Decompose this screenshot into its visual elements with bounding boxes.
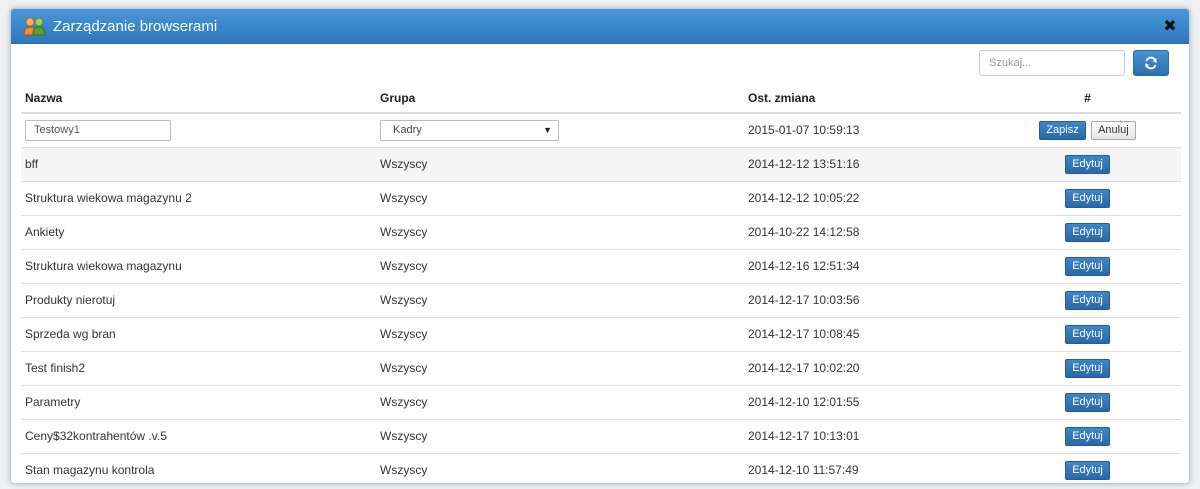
row-modified: 2014-12-12 10:05:22 <box>744 180 994 215</box>
name-edit-input[interactable] <box>25 119 171 141</box>
row-name: Ankiety <box>21 214 376 249</box>
edit-button[interactable]: Edytuj <box>1065 256 1110 276</box>
row-name: Stan magazynu kontrola <box>21 452 376 483</box>
row-modified: 2014-12-10 11:57:49 <box>744 452 994 483</box>
table-row: Stan magazynu kontrola Wszyscy 2014-12-1… <box>21 452 1181 483</box>
edit-button[interactable]: Edytuj <box>1065 460 1110 480</box>
row-group: Wszyscy <box>376 316 744 351</box>
row-name: Sprzeda wg bran <box>21 316 376 351</box>
row-name: Struktura wiekowa magazynu <box>21 248 376 283</box>
row-modified: 2014-12-16 12:51:34 <box>744 248 994 283</box>
dialog-title: Zarządzanie browserami <box>53 17 218 35</box>
row-modified: 2014-12-17 10:03:56 <box>744 282 994 317</box>
edit-button[interactable]: Edytuj <box>1065 358 1110 378</box>
row-group: Wszyscy <box>376 248 744 283</box>
table-row: bff Wszyscy 2014-12-12 13:51:16 Edytuj <box>21 146 1181 181</box>
table-row: Produkty nierotuj Wszyscy 2014-12-17 10:… <box>21 282 1181 317</box>
table-row: Parametry Wszyscy 2014-12-10 12:01:55 Ed… <box>21 384 1181 419</box>
edit-button[interactable]: Edytuj <box>1065 324 1110 344</box>
refresh-icon <box>1145 56 1157 70</box>
dialog-titlebar: Zarządzanie browserami ✖ <box>11 9 1189 44</box>
save-button[interactable]: Zapisz <box>1039 120 1086 140</box>
row-name: Test finish2 <box>21 350 376 385</box>
toolbar <box>979 50 1169 76</box>
table-row: Struktura wiekowa magazynu 2 Wszyscy 201… <box>21 180 1181 215</box>
row-group: Wszyscy <box>376 146 744 181</box>
edit-button[interactable]: Edytuj <box>1065 426 1110 446</box>
edit-button[interactable]: Edytuj <box>1065 290 1110 310</box>
browsers-table: Nazwa Grupa Ost. zmiana # Kadry ▼ 2015-0… <box>21 83 1181 483</box>
row-modified: 2014-12-17 10:13:01 <box>744 418 994 453</box>
row-group: Wszyscy <box>376 452 744 483</box>
cancel-button[interactable]: Anuluj <box>1091 120 1136 140</box>
row-group: Wszyscy <box>376 350 744 385</box>
table-row: Sprzeda wg bran Wszyscy 2014-12-17 10:08… <box>21 316 1181 351</box>
edit-button[interactable]: Edytuj <box>1065 222 1110 242</box>
row-modified: 2014-12-12 13:51:16 <box>744 146 994 181</box>
row-group: Wszyscy <box>376 180 744 215</box>
row-modified: 2014-12-17 10:02:20 <box>744 350 994 385</box>
users-icon <box>23 16 47 36</box>
caret-down-icon: ▼ <box>543 125 552 136</box>
row-group: Wszyscy <box>376 214 744 249</box>
row-name: Parametry <box>21 384 376 419</box>
table-row: Ankiety Wszyscy 2014-10-22 14:12:58 Edyt… <box>21 214 1181 249</box>
edit-button[interactable]: Edytuj <box>1065 188 1110 208</box>
table-row: Ceny$32kontrahentów .v.5 Wszyscy 2014-12… <box>21 418 1181 453</box>
group-select[interactable]: Kadry ▼ <box>380 119 559 141</box>
edit-row: Kadry ▼ 2015-01-07 10:59:13 Zapisz Anulu… <box>21 112 1181 147</box>
row-group: Wszyscy <box>376 282 744 317</box>
row-name: Produkty nierotuj <box>21 282 376 317</box>
row-name: Ceny$32kontrahentów .v.5 <box>21 418 376 453</box>
row-group: Wszyscy <box>376 418 744 453</box>
search-input[interactable] <box>979 50 1125 76</box>
table-row: Struktura wiekowa magazynu Wszyscy 2014-… <box>21 248 1181 283</box>
edit-row-modified: 2015-01-07 10:59:13 <box>744 112 994 147</box>
row-name: bff <box>21 146 376 181</box>
group-select-value: Kadry <box>393 124 422 137</box>
row-modified: 2014-12-17 10:08:45 <box>744 316 994 351</box>
browser-management-dialog: Zarządzanie browserami ✖ Nazwa Grupa Ost… <box>10 8 1190 484</box>
row-name: Struktura wiekowa magazynu 2 <box>21 180 376 215</box>
edit-button[interactable]: Edytuj <box>1065 154 1110 174</box>
column-header-modified[interactable]: Ost. zmiana <box>744 83 994 114</box>
row-modified: 2014-12-10 12:01:55 <box>744 384 994 419</box>
close-icon[interactable]: ✖ <box>1161 17 1179 35</box>
row-modified: 2014-10-22 14:12:58 <box>744 214 994 249</box>
refresh-button[interactable] <box>1133 50 1169 76</box>
table-row: Test finish2 Wszyscy 2014-12-17 10:02:20… <box>21 350 1181 385</box>
row-group: Wszyscy <box>376 384 744 419</box>
column-header-group[interactable]: Grupa <box>376 83 744 114</box>
edit-button[interactable]: Edytuj <box>1065 392 1110 412</box>
column-header-name[interactable]: Nazwa <box>21 83 376 114</box>
table-header-row: Nazwa Grupa Ost. zmiana # <box>21 83 1181 114</box>
column-header-actions: # <box>994 83 1181 114</box>
